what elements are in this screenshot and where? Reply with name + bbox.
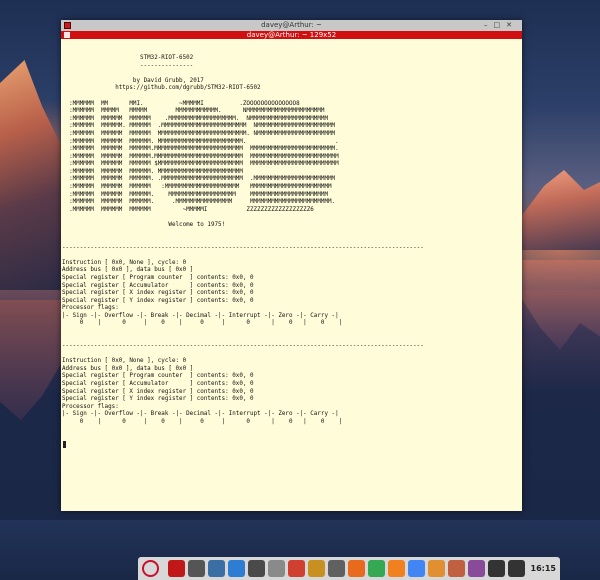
terminal-line: https://github.com/dgrubb/STM32-RIOT-650…	[62, 85, 261, 92]
terminal-line: 0 | 0 | 0 | 0 | 0 | 0 | 0 |	[62, 418, 343, 425]
debian-menu-icon[interactable]	[142, 560, 159, 577]
vlc-icon[interactable]	[388, 560, 405, 577]
terminal-line: Special register [ Program counter ] con…	[62, 373, 254, 380]
terminal-line: by David Grubb, 2017	[62, 77, 204, 84]
network-icon[interactable]	[508, 560, 525, 577]
volume-icon[interactable]	[488, 560, 505, 577]
taskbar: 16:15	[138, 557, 560, 580]
window-controls: –□✕	[484, 20, 518, 31]
tab-title: davey@Arthur: ~ 129x52	[246, 31, 337, 39]
clock[interactable]: 16:15	[531, 557, 556, 580]
terminal-line: :MMMMMM MMMMMM MMMMMM .MMMMMMMMMMMMMMMMM…	[62, 115, 328, 122]
terminal-window[interactable]: davey@Arthur: ~ –□✕ davey@Arthur: ~ 129x…	[61, 20, 522, 511]
terminal-line: Special register [ Program counter ] con…	[62, 274, 254, 281]
terminal-line: Address bus [ 0x0 ], data bus [ 0x0 ]	[62, 267, 194, 274]
terminal-line: :MMMMMM MMMMMM MMMMMM.MMMMMMMMMMMMMMMMMM…	[62, 146, 339, 153]
folder-icon[interactable]	[428, 560, 445, 577]
terminal-line: Instruction [ 0x0, None ], cycle: 0	[62, 358, 187, 365]
media-player-icon[interactable]	[468, 560, 485, 577]
wallpaper-mountain-right	[520, 170, 600, 250]
terminal-line: :MMMMMM MM MMI. ~MMMMMI .ZOOOOOOOOOOOOOO…	[62, 100, 300, 107]
terminal-line: :MMMMMM MMMMMM MMMMMM. MMMMMMMMMMMMMMMMM…	[62, 168, 243, 175]
terminal-line: Special register [ Accumulator ] content…	[62, 381, 254, 388]
terminal-app-icon	[64, 22, 71, 29]
terminal-line: 0 | 0 | 0 | 0 | 0 | 0 | 0 |	[62, 320, 343, 327]
pdf-viewer-icon[interactable]	[288, 560, 305, 577]
maximize-icon[interactable]: □	[494, 21, 507, 29]
terminal-line: :MMMMMM MMMMMM MMMMMM. .MMMMMMMMMMMMMMMM…	[62, 199, 336, 206]
close-icon[interactable]: ✕	[506, 21, 518, 29]
chromium-icon[interactable]	[408, 560, 425, 577]
terminal-line: STM32-RIOT-6502	[62, 55, 194, 62]
terminal-line: Address bus [ 0x0 ], data bus [ 0x0 ]	[62, 365, 194, 372]
text-editor-icon[interactable]	[208, 560, 225, 577]
terminal-line: Special register [ Y index register ] co…	[62, 396, 254, 403]
terminal-line: Processor flags:	[62, 403, 119, 410]
terminal-line: :MMMMMM MMMMMM. MMMMMM .MMMMMMMMMMMMMMMM…	[62, 123, 336, 130]
window-title: davey@Arthur: ~	[261, 21, 322, 29]
terminal-line: :MMMMMM MMMMMM MMMMMM.MMMMMMMMMMMMMMMMMM…	[62, 153, 339, 160]
terminal-line: ----------------------------------------…	[62, 343, 424, 350]
terminal-line: |- Sign -|- Overflow -|- Break -|- Decim…	[62, 411, 339, 418]
terminal-line: |- Sign -|- Overflow -|- Break -|- Decim…	[62, 312, 339, 319]
terminal-line: Special register [ X index register ] co…	[62, 388, 254, 395]
terminal-line: Special register [ X index register ] co…	[62, 290, 254, 297]
terminal-line: Special register [ Accumulator ] content…	[62, 282, 254, 289]
terminal-line: Welcome to 1975!	[62, 221, 226, 228]
package-manager-icon[interactable]	[448, 560, 465, 577]
terminal-line: :MMMMMM MMMMMM MMMMMM $MMMMMMMMMMMMMMMMM…	[62, 161, 339, 168]
terminal-line: Processor flags:	[62, 305, 119, 312]
app-launcher-icon[interactable]	[328, 560, 345, 577]
image-viewer-icon[interactable]	[268, 560, 285, 577]
terminal-line: ----------------------------------------…	[62, 244, 424, 251]
terminal-line: :MMMMMM MMMMMM MMMMMM. .MMMMMMMMMMMMMMMM…	[62, 176, 336, 183]
terminal-line: :MMMMMM MMMMMM MMMMMM MMMMMMMMMMMMMMMMMM…	[62, 130, 336, 137]
document-viewer-icon[interactable]	[228, 560, 245, 577]
terminal-output[interactable]: STM32-RIOT-6502 --------------- by David…	[62, 40, 522, 511]
trophy-icon[interactable]	[308, 560, 325, 577]
screenshot-tool-icon[interactable]	[188, 560, 205, 577]
terminal-line: Instruction [ 0x0, None ], cycle: 0	[62, 259, 187, 266]
file-manager-icon[interactable]	[248, 560, 265, 577]
window-titlebar[interactable]: davey@Arthur: ~ –□✕	[61, 20, 522, 31]
chrome-icon[interactable]	[368, 560, 385, 577]
terminal-line: :MMMMMM MMMMMM MMMMMM. MMMMMMMMMMMMMMMMM…	[62, 138, 339, 145]
terminal-tab[interactable]: davey@Arthur: ~ 129x52	[61, 31, 522, 39]
minimize-icon[interactable]: –	[484, 21, 494, 29]
terminal-line: Special register [ Y index register ] co…	[62, 297, 254, 304]
terminal-cursor	[63, 441, 66, 448]
terminal-line: :MMMMMM MMMMM MMMMM MMMMMMMMMMMM. NMMMMM…	[62, 108, 325, 115]
firefox-icon[interactable]	[348, 560, 365, 577]
tab-close-icon[interactable]	[64, 32, 70, 38]
terminal-app-icon[interactable]	[168, 560, 185, 577]
terminal-line: :MMMMMM MMMMMM MMMMMM :MMMMMMMMMMMMMMMMM…	[62, 183, 332, 190]
wallpaper-mountain-left	[0, 60, 70, 290]
terminal-line: :MMMMMM MMMMMM MMMMMM. MMMMMMMMMMMMMMMMM…	[62, 191, 328, 198]
terminal-line: .MMMMMM MMMMMM MMMMMM ~MMMMMI ZZZZZZZZZZ…	[62, 206, 314, 213]
terminal-line: ---------------	[62, 62, 194, 69]
